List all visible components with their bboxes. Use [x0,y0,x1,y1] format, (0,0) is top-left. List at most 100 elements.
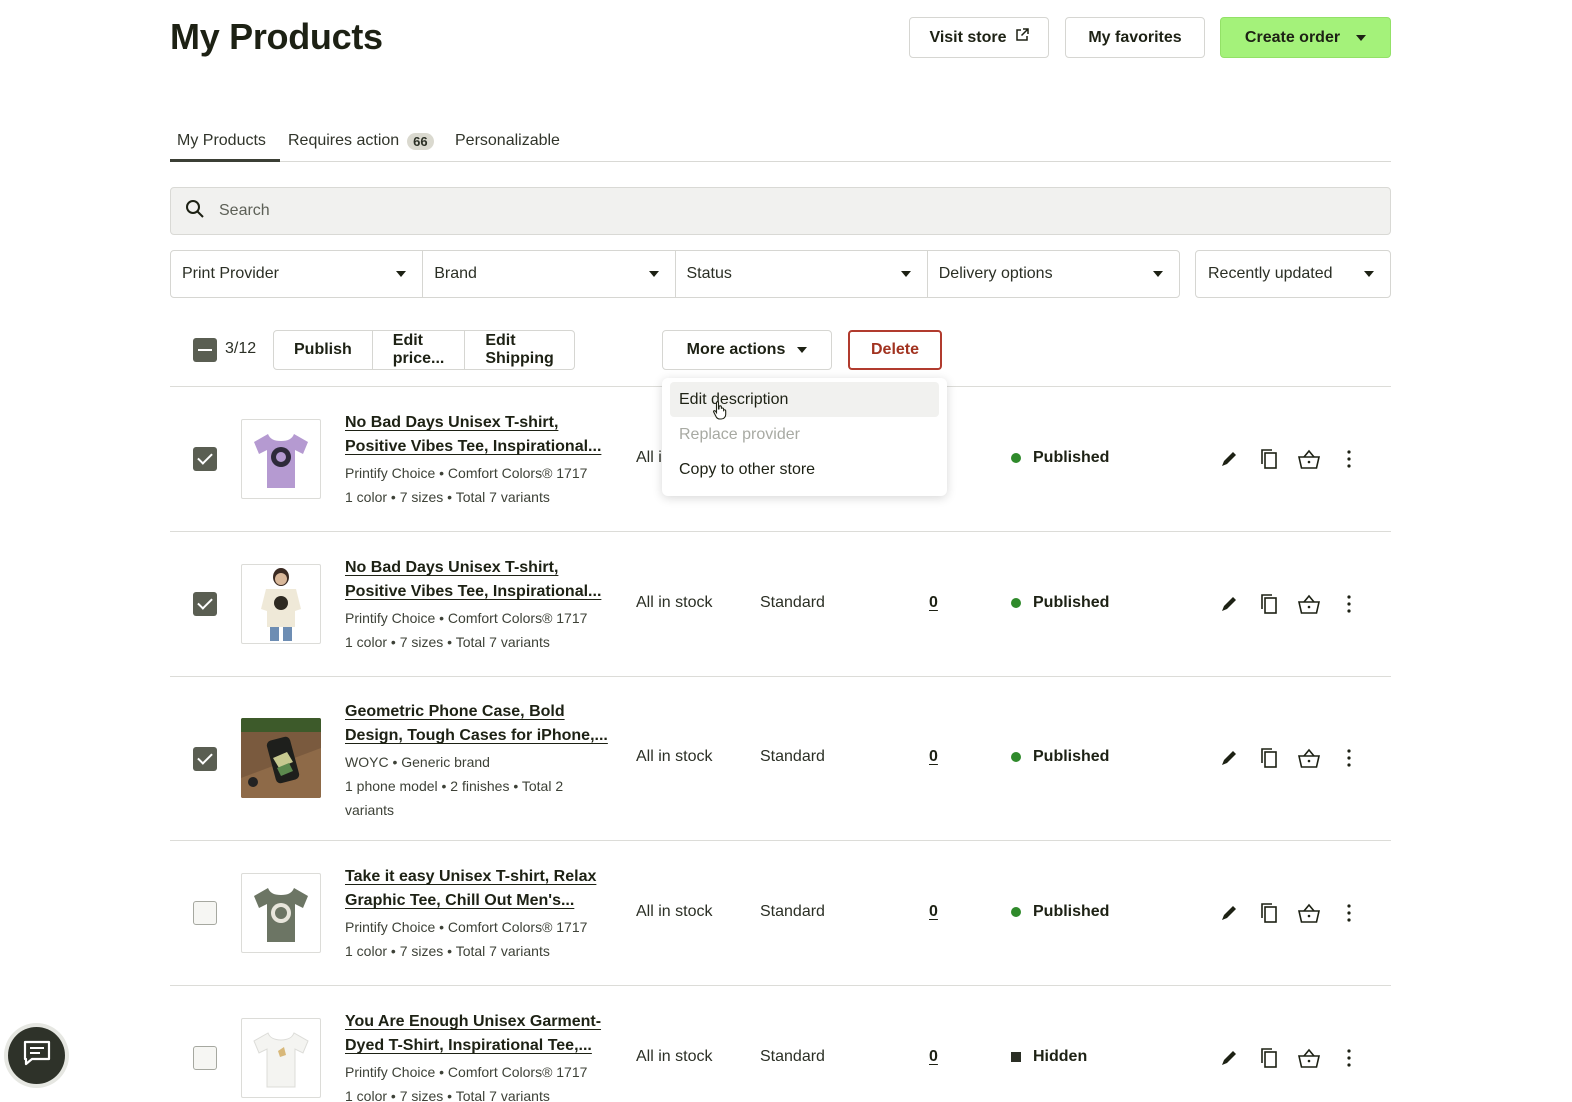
product-name-line: Dyed T-Shirt, Inspirational Tee,... [345,1037,592,1054]
row-actions [1217,592,1361,616]
row-checkbox[interactable] [193,447,217,471]
product-thumbnail[interactable] [241,419,321,499]
basket-icon[interactable] [1297,746,1321,770]
row-checkbox[interactable] [193,1046,217,1070]
stock-status: All in stock [636,903,713,920]
bulk-button-group: Publish Edit price... Edit Shipping [273,330,575,370]
product-name-line: You Are Enough Unisex Garment- [345,1013,602,1030]
more-vertical-icon[interactable] [1337,592,1361,616]
product-name-line: Take it easy Unisex T-shirt, Relax [345,868,597,885]
search-bar [170,187,1391,235]
filter-status[interactable]: Status [676,251,928,297]
basket-icon[interactable] [1297,447,1321,471]
more-vertical-icon[interactable] [1337,1046,1361,1070]
filter-print-provider[interactable]: Print Provider [171,251,424,297]
more-actions-button[interactable]: More actions [662,330,832,370]
more-vertical-icon[interactable] [1337,901,1361,925]
requires-action-count-badge: 66 [407,132,434,150]
menu-item-replace-provider: Replace provider [679,425,800,443]
filter-print-provider-label: Print Provider [182,265,279,282]
more-vertical-icon[interactable] [1337,447,1361,471]
filter-delivery-options[interactable]: Delivery options [928,251,1179,297]
basket-icon[interactable] [1297,1046,1321,1070]
pencil-icon[interactable] [1217,746,1241,770]
copy-icon[interactable] [1257,1046,1281,1070]
create-order-label: Create order [1244,28,1341,46]
chevron-down-icon [1364,271,1374,277]
visit-store-button[interactable]: Visit store [909,17,1049,58]
product-thumbnail[interactable] [241,873,321,953]
status-dot [1011,907,1021,917]
publish-button[interactable]: Publish [274,331,373,369]
edit-shipping-button[interactable]: Edit Shipping [465,331,573,369]
row-checkbox[interactable] [193,747,217,771]
delete-button[interactable]: Delete [848,330,942,370]
sort-label: Recently updated [1208,265,1333,282]
status-label: Published [1033,594,1110,611]
chevron-down-icon [797,347,808,353]
filter-status-label: Status [686,265,732,282]
product-variants: 1 color • 7 sizes • Total 7 variants [345,489,550,505]
orders-count-link[interactable]: 0 [929,594,938,612]
pencil-icon[interactable] [1217,1046,1241,1070]
product-meta: Printify Choice • Comfort Colors® 1717 1… [345,1060,600,1102]
product-name-link[interactable]: You Are Enough Unisex Garment- Dyed T-Sh… [345,1010,615,1058]
row-checkbox[interactable] [193,901,217,925]
row-checkbox[interactable] [193,592,217,616]
pencil-icon[interactable] [1217,901,1241,925]
product-name-link[interactable]: Take it easy Unisex T-shirt, Relax Graph… [345,865,615,913]
edit-price-button[interactable]: Edit price... [373,331,466,369]
chat-button[interactable] [8,1027,65,1084]
stock-status: All i [636,449,662,466]
row-actions [1217,746,1361,770]
more-vertical-icon[interactable] [1337,746,1361,770]
menu-item-edit-description[interactable]: Edit description [670,382,939,417]
product-provider: Printify Choice • Comfort Colors® 1717 [345,919,588,935]
tab-my-products[interactable]: My Products [170,132,280,162]
product-name-line: No Bad Days Unisex T-shirt, [345,559,559,576]
product-meta: Printify Choice • Comfort Colors® 1717 1… [345,606,600,654]
product-thumbnail[interactable] [241,718,321,798]
copy-icon[interactable] [1257,901,1281,925]
copy-icon[interactable] [1257,447,1281,471]
product-name-line: Positive Vibes Tee, Inspirational... [345,583,602,600]
tab-personalizable[interactable]: Personalizable [455,132,560,150]
tab-requires-action[interactable]: Requires action 66 [288,132,434,150]
sort-select[interactable]: Recently updated [1195,250,1391,298]
chevron-down-icon [900,271,911,277]
product-name-link[interactable]: No Bad Days Unisex T-shirt, Positive Vib… [345,556,615,604]
menu-item-copy-to-other-store[interactable]: Copy to other store [670,452,939,487]
filter-brand[interactable]: Brand [423,251,676,297]
pencil-icon[interactable] [1217,447,1241,471]
row-actions [1217,447,1361,471]
product-provider: Printify Choice • Comfort Colors® 1717 [345,465,588,481]
my-favorites-button[interactable]: My favorites [1065,17,1205,58]
basket-icon[interactable] [1297,901,1321,925]
stock-status: All in stock [636,1048,713,1065]
product-name-link[interactable]: Geometric Phone Case, Bold Design, Tough… [345,700,615,748]
filter-delivery-options-label: Delivery options [938,265,1053,282]
product-name-link[interactable]: No Bad Days Unisex T-shirt, Positive Vib… [345,411,615,459]
product-meta: Printify Choice • Comfort Colors® 1717 1… [345,461,600,509]
copy-icon[interactable] [1257,746,1281,770]
product-variants: 1 color • 7 sizes • Total 7 variants [345,943,550,959]
product-tabs: My Products Requires action 66 Personali… [170,128,1391,162]
copy-icon[interactable] [1257,592,1281,616]
hand-cursor-icon [712,400,728,425]
orders-count-link[interactable]: 0 [929,903,938,921]
orders-count-link[interactable]: 0 [929,748,938,766]
row-actions [1217,901,1361,925]
orders-count-link[interactable]: 0 [929,1048,938,1066]
pencil-icon[interactable] [1217,592,1241,616]
create-order-button[interactable]: Create order [1220,17,1391,58]
status-label: Published [1033,748,1110,765]
my-favorites-label: My favorites [1088,28,1182,46]
product-name-line: Geometric Phone Case, Bold [345,703,565,720]
basket-icon[interactable] [1297,592,1321,616]
search-input[interactable] [219,202,1319,220]
product-thumbnail[interactable] [241,564,321,644]
chat-icon [22,1039,52,1072]
select-all-checkbox[interactable] [193,338,217,362]
product-thumbnail[interactable] [241,1018,321,1098]
tab-requires-action-label: Requires action [288,132,400,149]
